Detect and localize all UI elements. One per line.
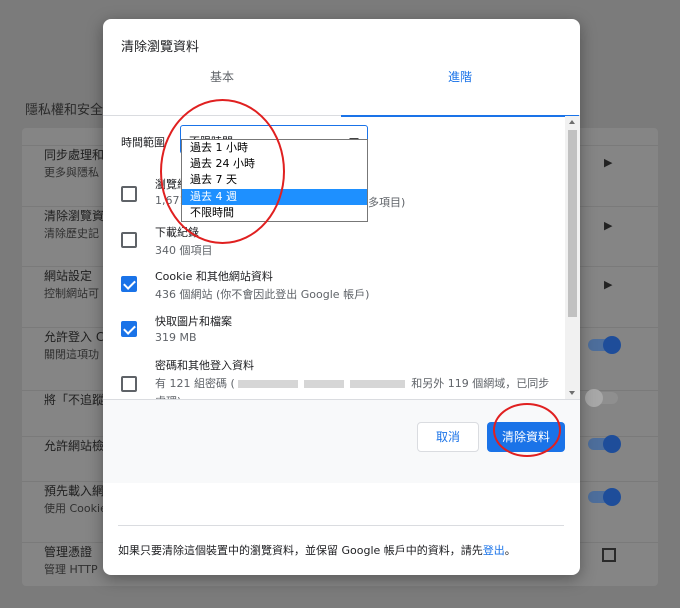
preload-toggle[interactable] — [588, 488, 621, 506]
row-subtitle: 清除歷史記 — [44, 227, 99, 240]
chevron-right-icon: ▶ — [604, 278, 613, 291]
redacted-block — [349, 380, 405, 388]
footer-divider — [118, 525, 564, 526]
row-title: 清除瀏覽資 — [44, 209, 105, 223]
tab-advanced[interactable]: 進階 — [341, 64, 579, 117]
row-title: 允許登入 C — [44, 330, 105, 344]
redacted-block — [303, 380, 344, 388]
item-subtitle: 319 MB — [155, 331, 197, 344]
item-subtitle: 436 個網站 (你不會因此登出 Google 帳戶) — [155, 288, 370, 301]
footer-note: 如果只要清除這個裝置中的瀏覽資料，並保留 Google 帳戶中的資料，請先登出。 — [118, 544, 516, 557]
row-title: 管理憑證 — [44, 545, 93, 559]
row-subtitle: 控制網站可 — [44, 287, 99, 300]
row-title: 允許網站檢 — [44, 439, 105, 453]
row-title: 網站設定 — [44, 269, 93, 283]
row-subtitle: 更多與隱私 — [44, 166, 99, 179]
chevron-right-icon: ▶ — [604, 219, 613, 232]
row-subtitle: 使用 Cookie — [44, 502, 107, 515]
scroll-up-icon[interactable] — [569, 120, 575, 124]
cookies-checkbox[interactable] — [121, 276, 137, 292]
row-title: 將「不追蹤 — [44, 393, 105, 407]
scroll-down-icon[interactable] — [569, 391, 575, 395]
dnt-toggle[interactable] — [585, 389, 618, 407]
content-scrollbar[interactable] — [565, 116, 580, 399]
cache-checkbox[interactable] — [121, 321, 137, 337]
row-subtitle: 管理 HTTP — [44, 563, 98, 576]
dialog-title: 清除瀏覽資料 — [121, 40, 200, 55]
tab-bar: 基本 進階 — [103, 64, 580, 117]
cancel-button[interactable]: 取消 — [417, 422, 479, 452]
downloads-checkbox[interactable] — [121, 232, 137, 248]
passwords-checkbox[interactable] — [121, 376, 137, 392]
annotation-circle-clear-button — [493, 403, 561, 457]
item-title: 密碼和其他登入資料 — [155, 359, 254, 372]
row-title: 預先載入網 — [44, 484, 105, 498]
item-title: Cookie 和其他網站資料 — [155, 270, 273, 283]
redacted-block — [237, 380, 298, 388]
row-subtitle: 關閉這項功 — [44, 348, 99, 361]
payment-toggle[interactable] — [588, 435, 621, 453]
section-title: 隱私權和安全 — [25, 103, 104, 118]
history-checkbox[interactable] — [121, 186, 137, 202]
row-title: 同步處理和 — [44, 148, 105, 162]
item-subtitle: 340 個項目 — [155, 244, 213, 257]
item-title: 快取圖片和檔案 — [155, 315, 232, 328]
sign-out-link[interactable]: 登出 — [483, 544, 505, 557]
signin-toggle[interactable] — [588, 336, 621, 354]
annotation-circle-dropdown — [160, 99, 285, 244]
time-range-label: 時間範圍 — [121, 136, 165, 149]
scroll-thumb[interactable] — [568, 130, 577, 317]
chevron-right-icon: ▶ — [604, 156, 613, 169]
item-subtitle: 有 121 組密碼 ( 和另外 119 個網域，已同步 — [155, 377, 550, 390]
item-subtitle-end: 多項目) — [368, 196, 406, 209]
clear-browsing-data-dialog: 清除瀏覽資料 基本 進階 時間範圍 不限時間 瀏覽紀錄 1,671 多項目) 下… — [103, 19, 580, 575]
open-external-icon[interactable] — [602, 548, 616, 562]
